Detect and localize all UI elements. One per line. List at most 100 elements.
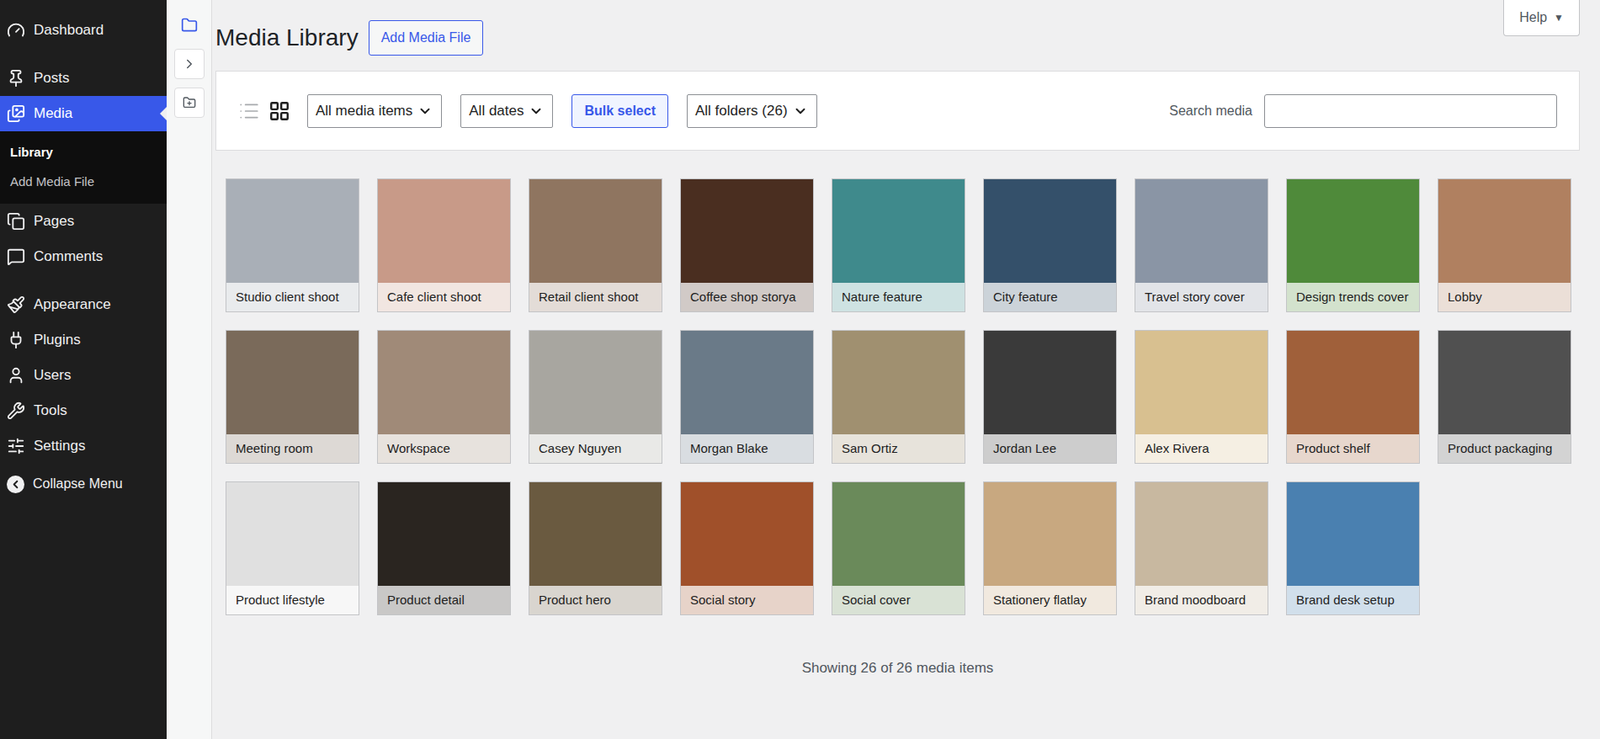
media-grid: Studio client shoot Cafe client shoot Reta… — [215, 178, 1580, 616]
expand-button[interactable] — [174, 48, 205, 80]
media-toolbar: All media items All dates Bulk select All f… — [215, 70, 1580, 151]
media-tile[interactable]: Nature feature — [831, 178, 966, 313]
app: DashboardPostsMediaLibraryAdd Media File… — [0, 0, 1600, 739]
collapse-label: Collapse Menu — [32, 473, 123, 495]
sidebar-label: Dashboard — [33, 19, 104, 42]
media-tile[interactable]: Studio client shoot — [225, 178, 360, 313]
sidebar-label: Appearance — [33, 293, 112, 316]
folder-filter[interactable]: All folders (26) — [686, 94, 818, 128]
media-tile[interactable]: Brand desk setup — [1286, 481, 1420, 616]
media-caption: Coffee shop storya — [680, 282, 814, 312]
sidebar-item[interactable]: Comments — [0, 239, 167, 275]
search-label: Search media — [1169, 100, 1253, 122]
media-caption: Morgan Blake — [680, 434, 814, 463]
select-label: All dates — [468, 100, 524, 123]
help-button[interactable]: Help▼ — [1503, 0, 1580, 37]
media-caption: Product lifestyle — [226, 585, 359, 615]
menu-icon — [6, 69, 26, 88]
media-tile[interactable]: Workspace — [377, 329, 511, 464]
admin-sidebar: Dashboard Posts Media LibraryAdd Media File… — [0, 0, 167, 739]
sidebar-item[interactable]: Plugins — [0, 322, 167, 358]
media-tile[interactable]: Jordan Lee — [983, 329, 1117, 464]
sidebar-label: Pages — [33, 210, 75, 233]
folder-icon[interactable] — [180, 16, 198, 34]
sidebar-item[interactable]: Dashboard — [0, 12, 167, 48]
submenu-item[interactable]: Library — [0, 138, 167, 168]
type-filter[interactable]: All media items — [307, 94, 442, 128]
chevron-down-icon — [528, 103, 544, 119]
media-caption: City feature — [983, 282, 1117, 312]
sidebar-item[interactable]: Settings — [0, 428, 167, 464]
media-tile[interactable]: City feature — [983, 178, 1117, 313]
submenu: LibraryAdd Media File — [0, 131, 167, 204]
new-folder-button[interactable] — [174, 87, 205, 118]
media-tile[interactable]: Morgan Blake — [680, 329, 814, 464]
add-media-button[interactable]: Add Media File — [368, 20, 484, 56]
media-caption: Product shelf — [1286, 434, 1420, 463]
chevron-down-icon — [417, 103, 433, 119]
menu-icon — [6, 21, 26, 40]
media-count: Showing 26 of 26 media items — [215, 657, 1580, 680]
grid-view-icon[interactable] — [268, 100, 291, 123]
sidebar-label: Settings — [33, 435, 86, 458]
sidebar-label: Comments — [33, 245, 103, 268]
media-caption: Social story — [680, 585, 814, 615]
menu-icon — [6, 436, 26, 456]
media-tile[interactable]: Retail client shoot — [528, 178, 663, 313]
active-pointer — [159, 106, 167, 121]
media-caption: Studio client shoot — [226, 282, 359, 312]
sidebar-item[interactable]: Pages — [0, 203, 167, 240]
media-tile[interactable]: Lobby — [1437, 178, 1572, 313]
media-tile[interactable]: Product hero — [528, 481, 663, 616]
media-caption: Cafe client shoot — [377, 282, 511, 312]
sidebar-label: Users — [33, 364, 71, 387]
media-caption: Travel story cover — [1135, 282, 1268, 312]
media-caption: Sam Ortiz — [832, 434, 965, 463]
search-input[interactable] — [1264, 94, 1558, 128]
media-tile[interactable]: Product packaging — [1437, 329, 1572, 464]
media-tile[interactable]: Travel story cover — [1134, 178, 1269, 313]
submenu-item[interactable]: Add Media File — [0, 167, 167, 197]
bulk-select-button[interactable]: Bulk select — [571, 94, 668, 128]
media-tile[interactable]: Social cover — [831, 481, 966, 616]
sidebar-item[interactable]: Posts — [0, 60, 167, 96]
media-caption: Brand desk setup — [1286, 585, 1420, 615]
sidebar-item[interactable]: Media — [0, 95, 167, 132]
sidebar-item[interactable]: Tools — [0, 393, 167, 429]
menu-separator — [0, 274, 167, 288]
media-tile[interactable]: Alex Rivera — [1134, 329, 1269, 464]
media-caption: Design trends cover — [1286, 282, 1420, 312]
media-tile[interactable]: Product detail — [377, 481, 511, 616]
folder-plus-icon — [182, 95, 197, 110]
media-caption: Brand moodboard — [1135, 585, 1268, 615]
media-tile[interactable]: Casey Nguyen — [528, 329, 663, 464]
media-caption: Product detail — [377, 585, 511, 615]
media-caption: Product hero — [529, 585, 662, 615]
list-view-icon[interactable] — [238, 100, 261, 123]
media-tile[interactable]: Stationery flatlay — [983, 481, 1117, 616]
media-tile[interactable]: Design trends cover — [1286, 178, 1420, 313]
sidebar-label: Media — [33, 102, 73, 125]
menu-icon — [6, 366, 26, 385]
media-tile[interactable]: Cafe client shoot — [377, 178, 511, 313]
media-caption: Stationery flatlay — [983, 585, 1117, 615]
media-tile[interactable]: Brand moodboard — [1134, 481, 1269, 616]
select-label: All media items — [315, 100, 413, 123]
page-header: Media LibraryAdd Media FileHelp▼ — [215, 0, 1580, 56]
sidebar-label: Posts — [33, 67, 70, 90]
menu-icon — [6, 104, 26, 123]
media-tile[interactable]: Meeting room — [225, 329, 360, 464]
media-tile[interactable]: Product shelf — [1286, 329, 1420, 464]
date-filter[interactable]: All dates — [460, 94, 553, 128]
select-label: All folders (26) — [695, 100, 788, 123]
media-tile[interactable]: Social story — [680, 481, 814, 616]
media-tile[interactable]: Sam Ortiz — [831, 329, 966, 464]
media-caption: Workspace — [377, 434, 511, 463]
media-tile[interactable]: Coffee shop storya — [680, 178, 814, 313]
media-caption: Jordan Lee — [983, 434, 1117, 463]
collapse-menu[interactable]: Collapse Menu — [0, 466, 167, 502]
media-tile[interactable]: Product lifestyle — [225, 481, 360, 616]
sidebar-item[interactable]: Users — [0, 357, 167, 394]
sidebar-label: Plugins — [33, 329, 81, 351]
sidebar-item[interactable]: Appearance — [0, 287, 167, 323]
